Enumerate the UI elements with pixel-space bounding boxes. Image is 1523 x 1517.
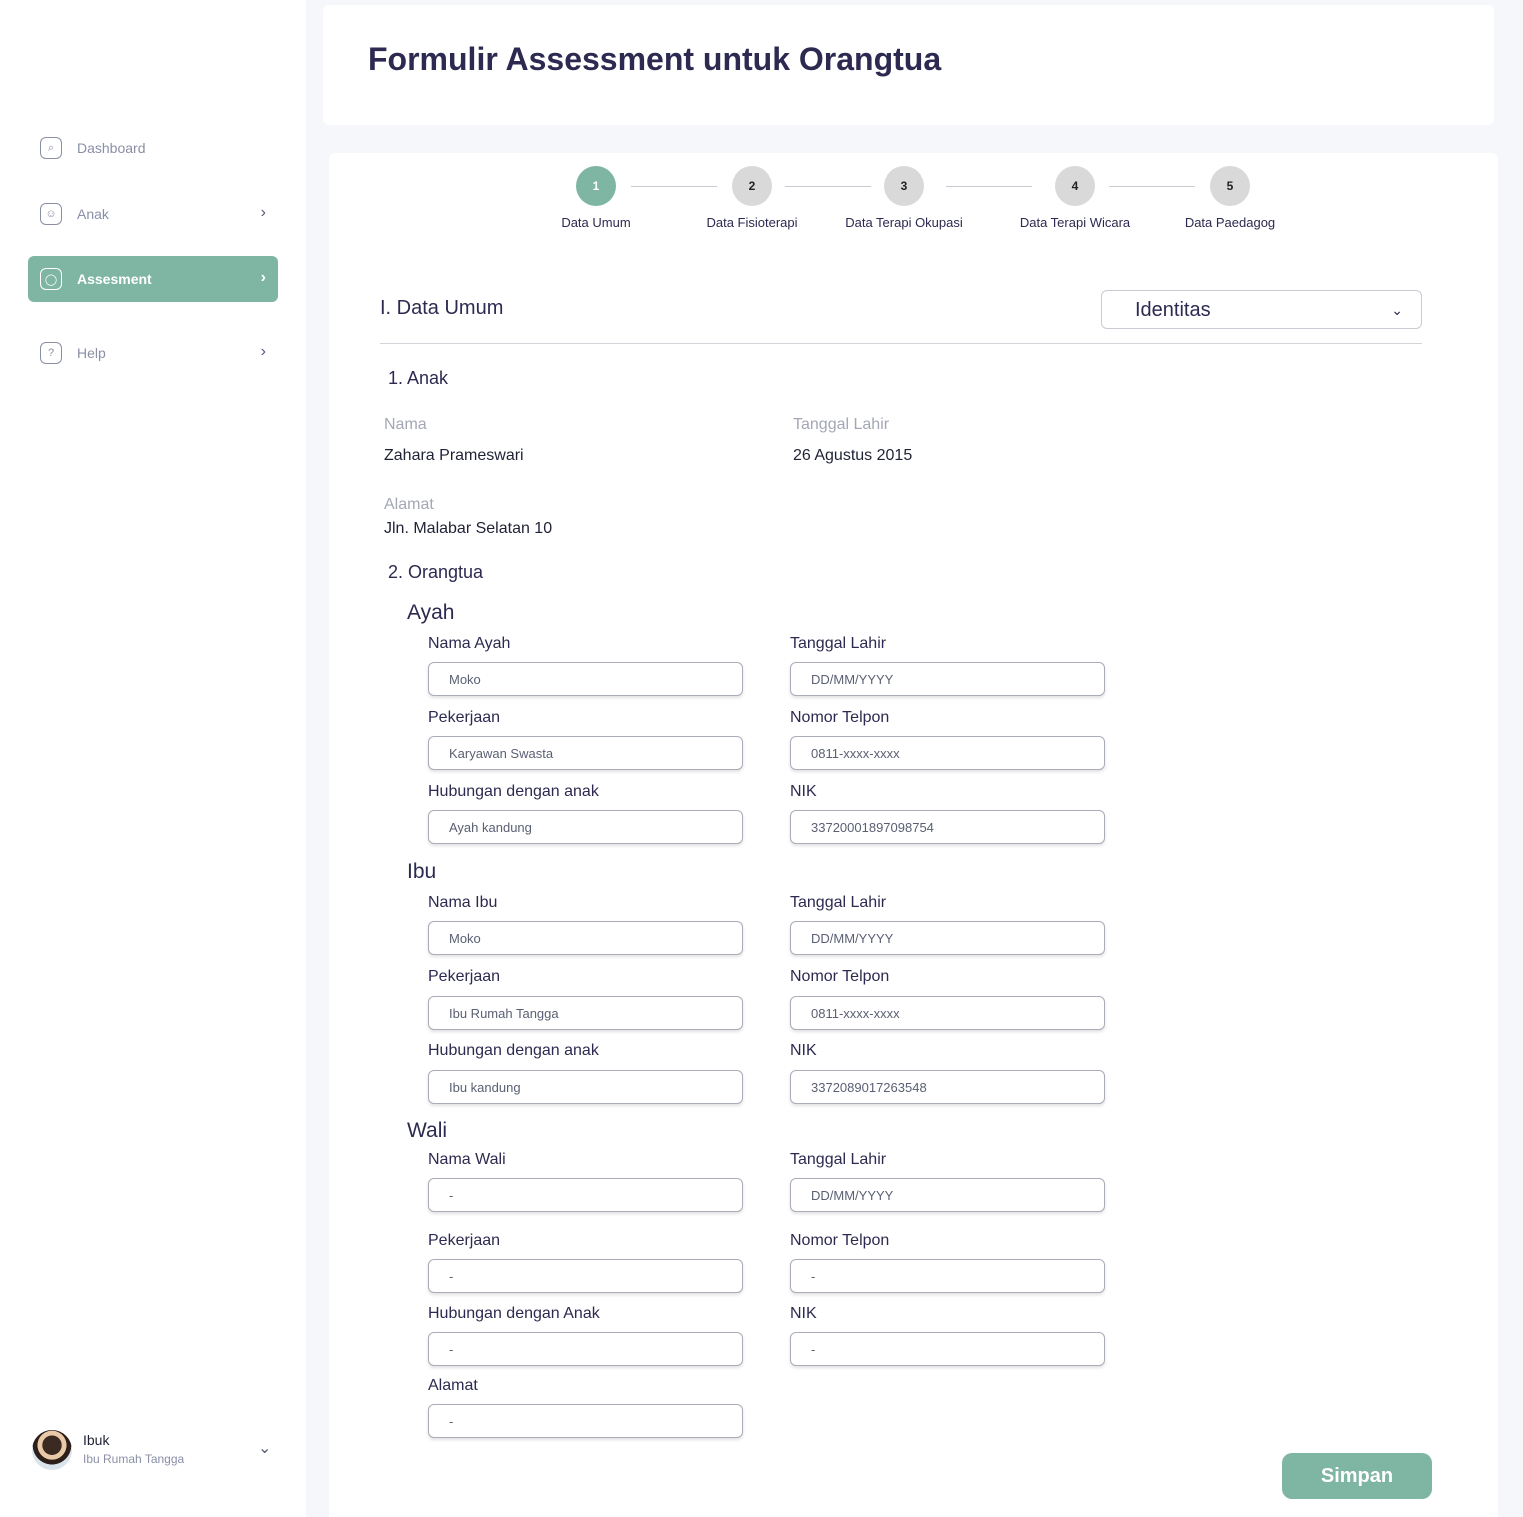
wali-nik-input[interactable] xyxy=(790,1332,1105,1366)
user-role: Ibu Rumah Tangga xyxy=(83,1452,185,1466)
section-dropdown[interactable]: Identitas ⌄ xyxy=(1101,290,1422,329)
step-5[interactable]: 5 Data Paedagog xyxy=(1170,166,1290,230)
dropdown-value: Identitas xyxy=(1135,299,1211,321)
ayah-tgl-label: Tanggal Lahir xyxy=(790,635,887,652)
wali-pekerjaan-label: Pekerjaan xyxy=(428,1232,501,1249)
ayah-nik-input[interactable] xyxy=(790,810,1105,844)
sidebar-item-anak[interactable]: ☺ Anak › xyxy=(28,191,278,237)
ibu-tgl-label: Tanggal Lahir xyxy=(790,894,887,911)
ayah-hubungan-label: Hubungan dengan anak xyxy=(428,783,599,800)
chevron-down-icon: ⌄ xyxy=(1391,302,1403,318)
step-label: Data Terapi Wicara xyxy=(1019,215,1131,230)
sidebar-item-label: Assesment xyxy=(77,271,152,287)
ibu-telpon-input[interactable] xyxy=(790,996,1105,1030)
sidebar-item-label: Help xyxy=(77,345,106,361)
ayah-telpon-label: Nomor Telpon xyxy=(790,709,890,726)
dashboard-icon: ⌕ xyxy=(40,137,62,159)
ayah-pekerjaan-label: Pekerjaan xyxy=(428,709,501,726)
wali-alamat-label: Alamat xyxy=(428,1377,478,1394)
ayah-pekerjaan-input[interactable] xyxy=(428,736,743,770)
header: Formulir Assessment untuk Orangtua xyxy=(323,5,1494,125)
step-2[interactable]: 2 Data Fisioterapi xyxy=(692,166,812,230)
ibu-nik-input[interactable] xyxy=(790,1070,1105,1104)
wali-tgl-label: Tanggal Lahir xyxy=(790,1151,887,1168)
step-number: 5 xyxy=(1210,166,1250,206)
sidebar-item-help[interactable]: ? Help › xyxy=(28,330,278,376)
ibu-tgl-input[interactable] xyxy=(790,921,1105,955)
wali-hubungan-label: Hubungan dengan Anak xyxy=(428,1305,600,1322)
wali-hubungan-input[interactable] xyxy=(428,1332,743,1366)
user-profile[interactable]: Ibuk Ibu Rumah Tangga ⌄ xyxy=(32,1428,282,1472)
child-icon: ☺ xyxy=(40,203,62,225)
wali-nama-label: Nama Wali xyxy=(428,1151,506,1168)
ayah-nik-label: NIK xyxy=(790,783,817,800)
user-icon: ◯ xyxy=(40,268,62,290)
divider xyxy=(380,343,1422,344)
chevron-right-icon: › xyxy=(260,204,266,221)
ayah-nama-label: Nama Ayah xyxy=(428,635,511,652)
wali-pekerjaan-input[interactable] xyxy=(428,1259,743,1293)
ibu-pekerjaan-label: Pekerjaan xyxy=(428,968,501,985)
anak-alamat-label: Alamat xyxy=(384,496,434,513)
ayah-hubungan-input[interactable] xyxy=(428,810,743,844)
ibu-hubungan-label: Hubungan dengan anak xyxy=(428,1042,599,1059)
step-number: 1 xyxy=(576,166,616,206)
ibu-telpon-label: Nomor Telpon xyxy=(790,968,890,985)
step-3[interactable]: 3 Data Terapi Okupasi xyxy=(834,166,974,230)
ibu-nama-label: Nama Ibu xyxy=(428,894,498,911)
wali-tgl-input[interactable] xyxy=(790,1178,1105,1212)
step-number: 3 xyxy=(884,166,924,206)
help-icon: ? xyxy=(40,342,62,364)
sidebar: ⌕ Dashboard ☺ Anak › ◯ Assesment › ? Hel… xyxy=(0,0,306,1517)
ayah-title: Ayah xyxy=(407,601,455,624)
step-label: Data Terapi Okupasi xyxy=(845,215,963,230)
orangtua-title: 2. Orangtua xyxy=(388,562,484,582)
anak-tgl-label: Tanggal Lahir xyxy=(793,416,890,433)
anak-alamat-value: Jln. Malabar Selatan 10 xyxy=(384,520,553,537)
ibu-title: Ibu xyxy=(407,860,437,883)
step-1[interactable]: 1 Data Umum xyxy=(546,166,646,230)
wali-telpon-input[interactable] xyxy=(790,1259,1105,1293)
ayah-nama-input[interactable] xyxy=(428,662,743,696)
step-label: Data Umum xyxy=(561,215,631,230)
step-number: 4 xyxy=(1055,166,1095,206)
section-title: I. Data Umum xyxy=(380,297,504,319)
ayah-tgl-input[interactable] xyxy=(790,662,1105,696)
step-number: 2 xyxy=(732,166,772,206)
wali-title: Wali xyxy=(407,1119,448,1142)
step-label: Data Paedagog xyxy=(1184,215,1276,230)
sidebar-item-dashboard[interactable]: ⌕ Dashboard xyxy=(28,125,278,171)
wali-nama-input[interactable] xyxy=(428,1178,743,1212)
sidebar-item-label: Anak xyxy=(77,206,109,222)
anak-nama-label: Nama xyxy=(384,416,427,433)
page-title: Formulir Assessment untuk Orangtua xyxy=(368,41,942,77)
step-4[interactable]: 4 Data Terapi Wicara xyxy=(1005,166,1145,230)
sidebar-item-label: Dashboard xyxy=(77,140,146,156)
anak-nama-value: Zahara Prameswari xyxy=(384,447,524,464)
wali-nik-label: NIK xyxy=(790,1305,817,1322)
wali-telpon-label: Nomor Telpon xyxy=(790,1232,890,1249)
user-name: Ibuk xyxy=(83,1432,110,1448)
ibu-pekerjaan-input[interactable] xyxy=(428,996,743,1030)
save-button[interactable]: Simpan xyxy=(1282,1453,1432,1499)
anak-tgl-value: 26 Agustus 2015 xyxy=(793,447,913,464)
ibu-nama-input[interactable] xyxy=(428,921,743,955)
chevron-right-icon: › xyxy=(260,343,266,360)
wali-alamat-input[interactable] xyxy=(428,1404,743,1438)
chevron-down-icon[interactable]: ⌄ xyxy=(258,1438,271,1458)
ibu-nik-label: NIK xyxy=(790,1042,817,1059)
ayah-telpon-input[interactable] xyxy=(790,736,1105,770)
step-label: Data Fisioterapi xyxy=(706,215,798,230)
sidebar-item-assesment[interactable]: ◯ Assesment › xyxy=(28,256,278,302)
anak-title: 1. Anak xyxy=(388,368,449,388)
ibu-hubungan-input[interactable] xyxy=(428,1070,743,1104)
avatar xyxy=(32,1430,72,1470)
chevron-right-icon: › xyxy=(260,269,266,286)
